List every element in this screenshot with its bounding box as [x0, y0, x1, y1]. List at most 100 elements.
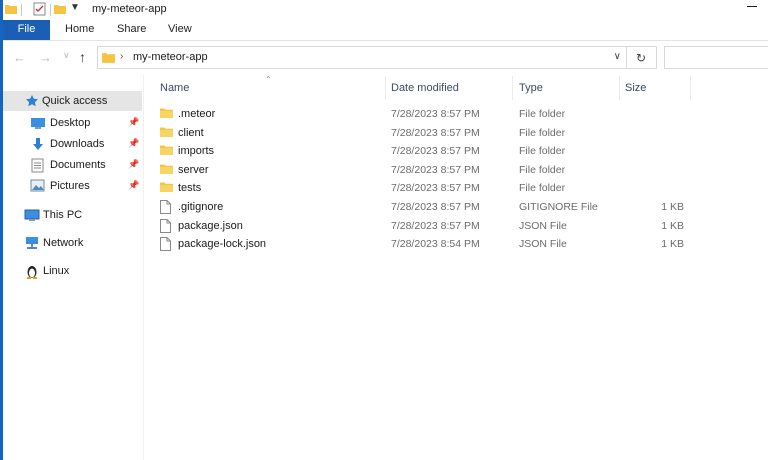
file-type: File folder [519, 163, 566, 176]
search-input[interactable] [664, 46, 768, 69]
file-type: File folder [519, 108, 566, 120]
folder-icon [160, 126, 173, 141]
properties-icon[interactable] [33, 2, 46, 19]
file-name: server [178, 163, 209, 176]
file-size: 1 KB [661, 238, 684, 251]
file-type: JSON File [519, 238, 567, 251]
file-date-modified: 7/28/2023 8:57 PM [391, 108, 480, 120]
minimize-button[interactable] [745, 0, 759, 12]
file-type: JSON File [519, 219, 567, 232]
address-path[interactable]: my-meteor-app [133, 51, 208, 63]
refresh-icon: ↻ [636, 51, 647, 65]
file-row[interactable]: client 7/28/2023 8:57 PM File folder [154, 124, 694, 142]
ribbon-tabs: File Home Share View [3, 20, 768, 41]
column-header-name[interactable]: Name [160, 82, 189, 94]
column-divider[interactable] [512, 76, 513, 100]
quick-access-dropdown-icon[interactable]: ▼ [70, 2, 80, 13]
folder-icon [160, 107, 173, 122]
file-row[interactable]: tests 7/28/2023 8:57 PM File folder [154, 179, 694, 197]
folder-icon [160, 163, 173, 178]
chevron-right-icon[interactable]: › [120, 51, 123, 62]
computer-icon [24, 208, 40, 225]
file-name: .gitignore [178, 201, 224, 213]
pin-icon[interactable]: 📌 [128, 159, 139, 170]
new-folder-icon[interactable] [54, 3, 66, 18]
folder-icon [102, 51, 115, 67]
column-header-type[interactable]: Type [519, 82, 543, 94]
desktop-icon [30, 116, 46, 133]
file-row[interactable]: package-lock.json 7/28/2023 8:54 PM JSON F… [154, 235, 694, 253]
pin-icon[interactable]: 📌 [128, 180, 139, 191]
sidebar-item-quick-access[interactable]: Quick access [3, 91, 142, 111]
file-row[interactable]: .meteor 7/28/2023 8:57 PM File folder [154, 105, 694, 123]
folder-icon [160, 144, 173, 159]
column-header-date[interactable]: Date modified [391, 82, 459, 94]
file-name: tests [178, 182, 202, 195]
window-title: my-meteor-app [92, 3, 167, 15]
folder-icon[interactable] [5, 3, 17, 18]
file-name: client [178, 126, 204, 139]
file-type: File folder [519, 126, 566, 139]
column-divider[interactable] [690, 76, 691, 100]
column-divider[interactable] [619, 76, 620, 100]
file-icon [160, 200, 171, 217]
pin-icon[interactable]: 📌 [128, 138, 139, 149]
file-name: imports [178, 145, 215, 158]
tab-share[interactable]: Share [117, 20, 146, 40]
file-date-modified: 7/28/2023 8:57 PM [391, 182, 480, 195]
address-bar[interactable]: › my-meteor-app ∨ [97, 46, 627, 69]
star-icon [25, 94, 39, 111]
file-type: GITIGNORE File [519, 201, 598, 213]
back-arrow-icon[interactable]: ← [13, 50, 26, 65]
file-list: ⌃ Name Date modified Type Size .meteor 7/… [144, 75, 768, 460]
file-name: .meteor [178, 108, 216, 120]
file-date-modified: 7/28/2023 8:57 PM [391, 145, 480, 158]
file-date-modified: 7/28/2023 8:57 PM [391, 201, 480, 213]
sidebar-item-pictures[interactable]: Pictures 📌 [3, 176, 143, 196]
file-row[interactable]: server 7/28/2023 8:57 PM File folder [154, 161, 694, 179]
network-icon [24, 236, 40, 253]
pin-icon[interactable]: 📌 [128, 117, 139, 128]
sidebar-item-desktop[interactable]: Desktop 📌 [3, 113, 143, 133]
forward-arrow-icon[interactable]: → [39, 50, 52, 65]
up-arrow-icon[interactable]: ↑ [79, 49, 86, 65]
sidebar-item-this-pc[interactable]: This PC [3, 205, 143, 225]
file-date-modified: 7/28/2023 8:54 PM [391, 238, 480, 251]
sort-ascending-icon: ⌃ [265, 75, 272, 84]
sidebar-item-linux[interactable]: Linux [3, 261, 143, 281]
file-row[interactable]: imports 7/28/2023 8:57 PM File folder [154, 142, 694, 160]
sidebar-item-downloads[interactable]: Downloads 📌 [3, 134, 143, 154]
column-header-size[interactable]: Size [625, 82, 646, 94]
refresh-button[interactable]: ↻ [627, 46, 657, 69]
file-icon [160, 237, 171, 254]
file-date-modified: 7/28/2023 8:57 PM [391, 163, 480, 176]
tab-view[interactable]: View [168, 20, 192, 40]
linux-icon [25, 264, 39, 282]
file-name: package-lock.json [178, 238, 267, 251]
file-type: File folder [519, 182, 566, 195]
navigation-pane: Quick access Desktop 📌 Downloads 📌 Docum… [3, 75, 144, 460]
file-type: File folder [519, 145, 566, 158]
tab-home[interactable]: Home [65, 20, 94, 40]
file-row[interactable]: package.json 7/28/2023 8:57 PM JSON File 1 … [154, 217, 694, 235]
toolbar-separator [21, 4, 22, 16]
file-date-modified: 7/28/2023 8:57 PM [391, 126, 480, 139]
download-icon [31, 137, 45, 154]
sidebar-item-documents[interactable]: Documents 📌 [3, 155, 143, 175]
file-size: 1 KB [661, 201, 684, 213]
tab-file[interactable]: File [3, 20, 50, 40]
chevron-down-icon[interactable]: ∨ [614, 51, 621, 62]
column-divider[interactable] [385, 76, 386, 100]
navigation-bar: ← → ∨ ↑ › my-meteor-app ∨ ↻ [3, 41, 768, 75]
file-date-modified: 7/28/2023 8:57 PM [391, 219, 480, 232]
recent-locations-chevron-icon[interactable]: ∨ [63, 50, 70, 61]
toolbar-separator [50, 4, 51, 16]
file-icon [160, 218, 171, 236]
file-size: 1 KB [661, 219, 684, 232]
title-bar: ▼ my-meteor-app [3, 0, 768, 20]
sidebar-item-network[interactable]: Network [3, 233, 143, 253]
documents-icon [31, 158, 44, 176]
folder-icon [160, 181, 173, 196]
file-row[interactable]: .gitignore 7/28/2023 8:57 PM GITIGNORE Fil… [154, 198, 694, 216]
file-name: package.json [178, 219, 243, 232]
